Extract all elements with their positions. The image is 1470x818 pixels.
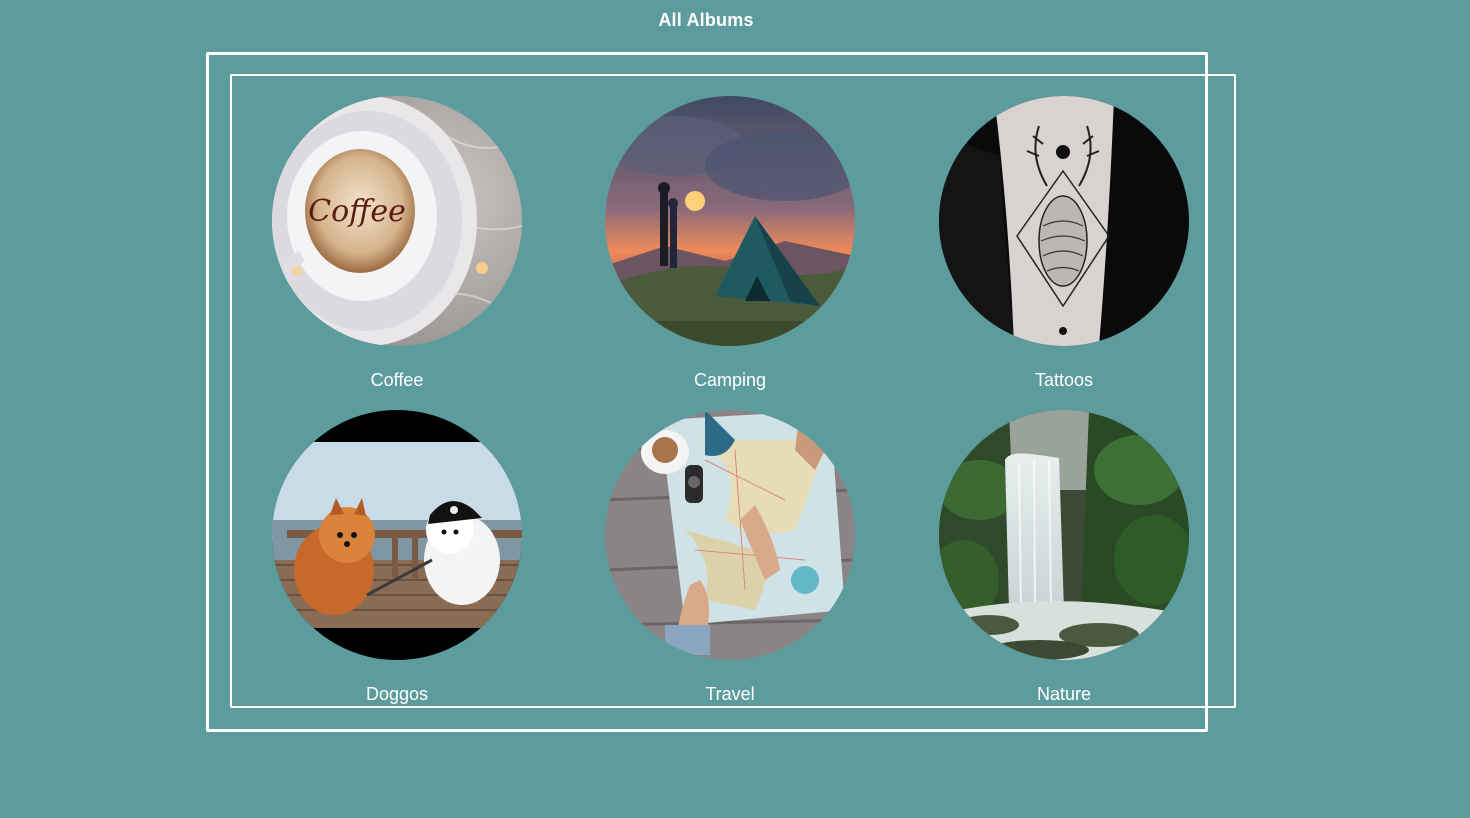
album-grid: Coffee Coffee Camping Tattoos Doggos Tra…: [0, 0, 1470, 818]
jungle-waterfall-image: [939, 410, 1189, 660]
svg-text:Coffee: Coffee: [308, 194, 406, 229]
album-label-doggos[interactable]: Doggos: [267, 684, 527, 705]
album-label-tattoos[interactable]: Tattoos: [934, 370, 1194, 391]
album-card-tattoos[interactable]: Tattoos: [934, 96, 1194, 391]
coffee-cup-image: Coffee: [272, 96, 522, 346]
album-thumbnail-camping[interactable]: [605, 96, 855, 346]
album-card-camping[interactable]: Camping: [600, 96, 860, 391]
arm-tattoo-image: [939, 96, 1189, 346]
album-card-nature[interactable]: Nature: [934, 410, 1194, 705]
travel-map-image: [605, 410, 855, 660]
pomeranian-dogs-image: [272, 410, 522, 660]
album-card-travel[interactable]: Travel: [600, 410, 860, 705]
album-thumbnail-nature[interactable]: [939, 410, 1189, 660]
album-card-doggos[interactable]: Doggos: [267, 410, 527, 705]
album-thumbnail-tattoos[interactable]: [939, 96, 1189, 346]
album-label-coffee[interactable]: Coffee: [267, 370, 527, 391]
camping-tent-image: [605, 96, 855, 346]
album-thumbnail-travel[interactable]: [605, 410, 855, 660]
album-label-travel[interactable]: Travel: [600, 684, 860, 705]
album-card-coffee[interactable]: Coffee Coffee: [267, 96, 527, 391]
album-thumbnail-doggos[interactable]: [272, 410, 522, 660]
album-thumbnail-coffee[interactable]: Coffee: [272, 96, 522, 346]
album-label-nature[interactable]: Nature: [934, 684, 1194, 705]
album-label-camping[interactable]: Camping: [600, 370, 860, 391]
